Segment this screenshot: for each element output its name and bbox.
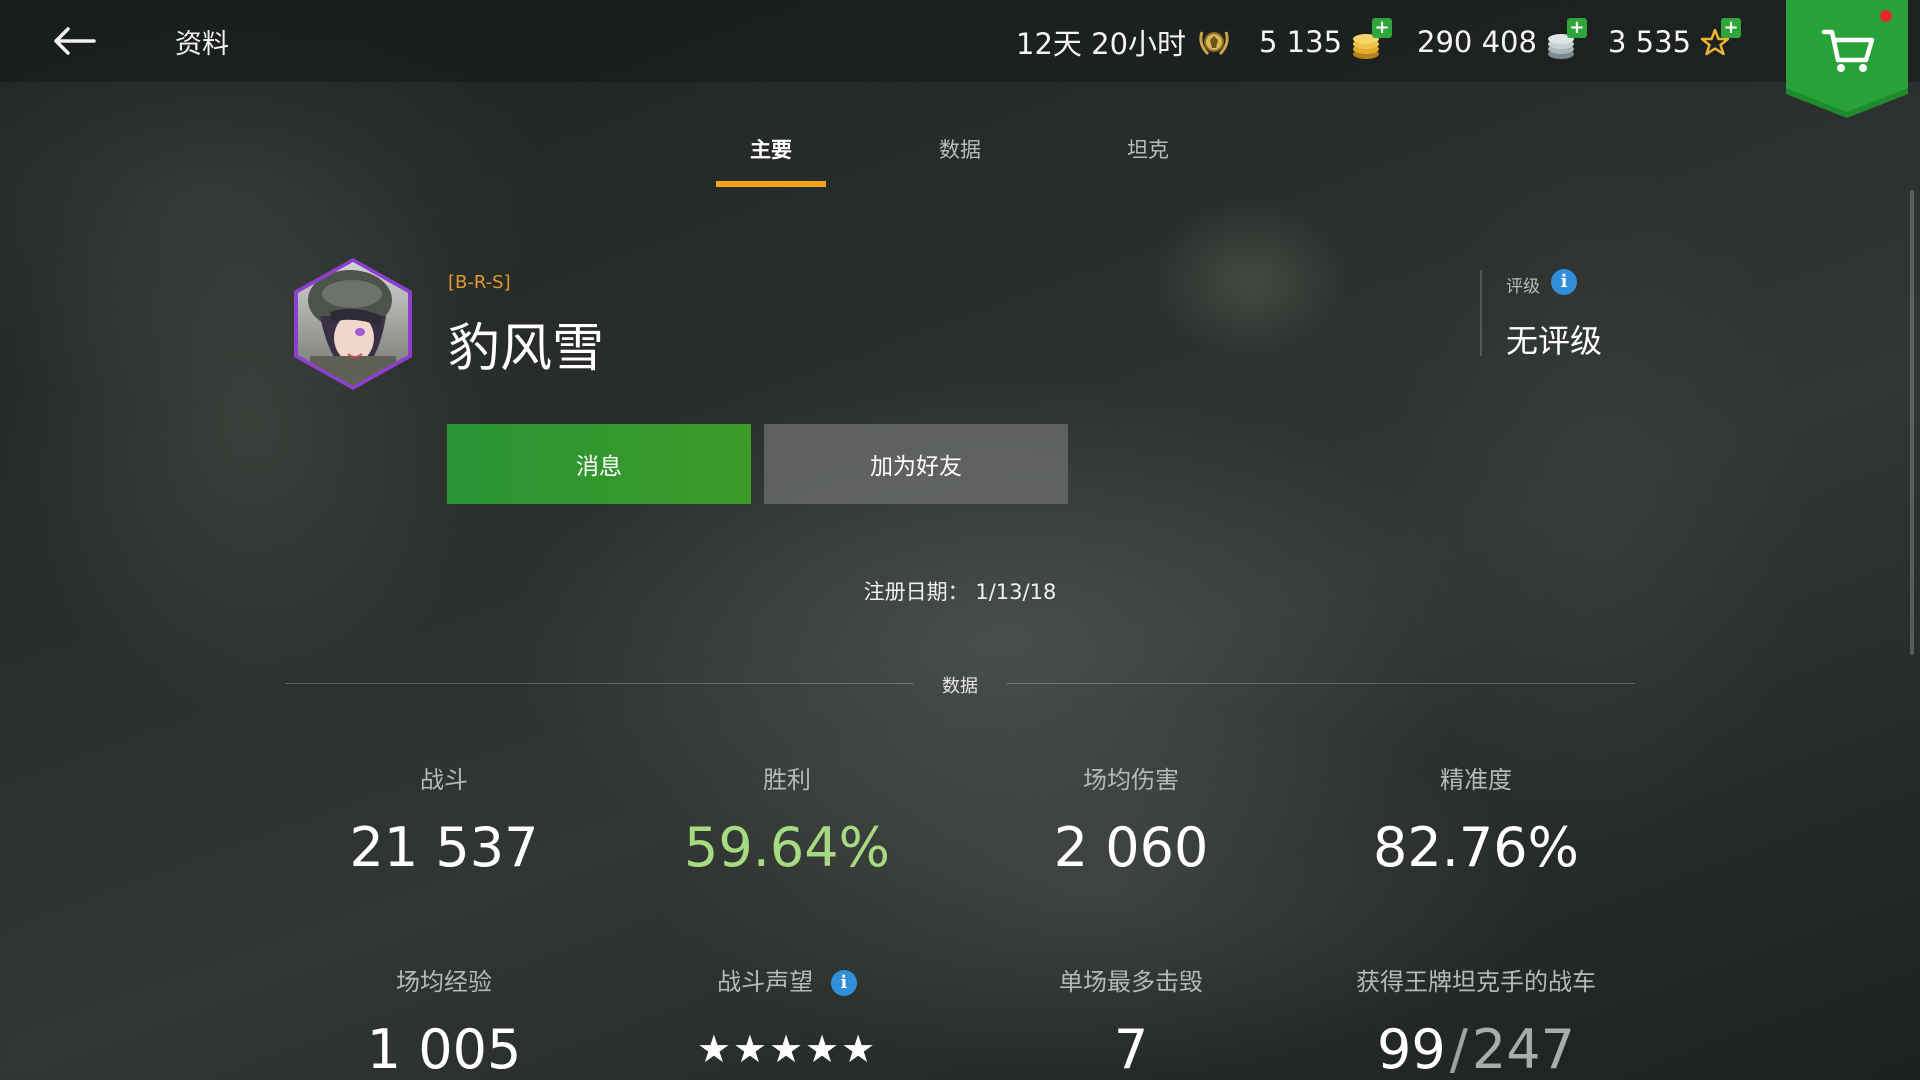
stat-avg-xp: 场均经验 1 005 [264,966,624,1080]
stat-mastery-value-row: 99/247 [1296,1018,1656,1080]
buy-credits-button[interactable]: + [1566,18,1587,38]
section-divider-left [285,683,914,684]
page-title: 资料 [175,29,229,60]
stat-max-kills-value: 7 [1113,1018,1149,1080]
tab-stats[interactable]: 数据 [890,134,1030,164]
stat-mastery-total: 247 [1471,1018,1575,1080]
section-divider-right [1006,683,1635,684]
gold-value: 5 135 [1259,25,1343,59]
reputation-info-icon[interactable]: i [830,970,857,996]
stat-wins-value: 59.64% [684,816,890,879]
scrollbar[interactable] [1910,190,1914,655]
stat-avg-xp-label: 场均经验 [396,968,492,996]
silver-credits-icon: + [1545,18,1587,62]
stat-mastery-label: 获得王牌坦克手的战车 [1356,968,1596,996]
free-xp-value: 3 535 [1608,25,1692,59]
gold-coins-icon: + [1350,18,1393,62]
tab-tanks[interactable]: 坦克 [1078,134,1218,164]
stat-mastery-value: 99 [1377,1018,1446,1080]
rating-label: 评级 [1506,277,1540,297]
stat-accuracy-label: 精准度 [1440,766,1512,794]
buy-gold-button[interactable]: + [1372,18,1393,38]
premium-timer[interactable]: 12天 20小时 [1016,20,1234,64]
stat-max-kills-label: 单场最多击毁 [1059,968,1203,996]
credits-value: 290 408 [1417,25,1537,59]
tab-main[interactable]: 主要 [701,134,841,164]
avatar [290,256,416,392]
active-tab-indicator [716,181,826,187]
player-name: 豹风雪 [448,319,605,379]
credits-balance[interactable]: 290 408 + [1417,18,1587,64]
stat-reputation: 战斗声望 i ★★★★★ [607,966,967,1078]
shop-notification-dot [1880,10,1892,22]
reputation-stars: ★★★★★ [696,1027,878,1071]
back-button[interactable] [44,18,104,64]
premium-timer-icon [1194,22,1234,62]
back-arrow-icon [54,27,96,55]
stat-accuracy: 精准度 82.76% [1296,764,1656,880]
premium-timer-value: 12天 20小时 [1016,27,1187,61]
stat-accuracy-value: 82.76% [1373,816,1579,879]
stats-section-title: 数据 [942,676,978,697]
stat-avg-xp-value: 1 005 [366,1018,522,1080]
stat-wins-label: 胜利 [763,766,811,794]
convert-xp-button[interactable]: + [1721,18,1742,38]
rating-value: 无评级 [1506,322,1603,360]
stat-battles-value: 21 537 [349,816,539,879]
rating-divider [1480,270,1482,356]
add-friend-button[interactable]: 加为好友 [764,424,1068,504]
stat-avg-damage: 场均伤害 2 060 [951,764,1311,880]
stat-battles-label: 战斗 [420,766,468,794]
stat-mastery: 获得王牌坦克手的战车 99/247 [1296,966,1656,1080]
gold-balance[interactable]: 5 135 + [1259,18,1393,64]
stat-wins: 胜利 59.64% [607,764,967,880]
stat-reputation-label: 战斗声望 [717,968,814,996]
registration-date: 注册日期： 1/13/18 [863,580,1057,604]
rating-info-icon[interactable]: i [1551,269,1577,295]
message-button[interactable]: 消息 [447,424,751,504]
free-xp-star-icon: + [1699,18,1742,62]
free-xp-balance[interactable]: 3 535 + [1608,18,1742,64]
stat-avg-damage-label: 场均伤害 [1083,766,1179,794]
stat-max-kills: 单场最多击毁 7 [951,966,1311,1080]
clan-tag[interactable]: [B-R-S] [448,272,511,293]
stat-reputation-label-row: 战斗声望 i [607,966,967,998]
stat-avg-damage-value: 2 060 [1053,816,1209,879]
stat-battles: 战斗 21 537 [264,764,624,880]
mastery-separator: / [1449,1018,1468,1080]
